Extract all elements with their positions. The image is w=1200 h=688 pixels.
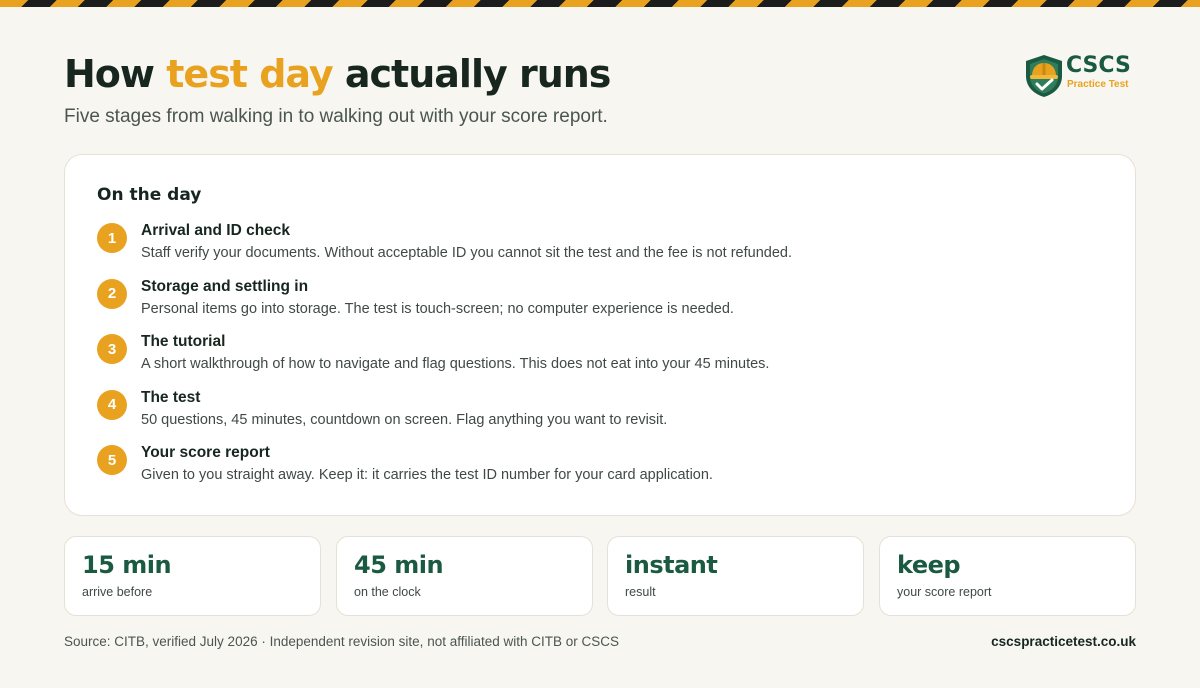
steps-list: 1 Arrival and ID check Staff verify your… xyxy=(97,222,1103,500)
stat-card-keep: keep your score report xyxy=(879,536,1136,616)
stat-value: instant xyxy=(625,551,718,579)
title-prefix: How xyxy=(64,52,167,96)
step-item: 4 The test 50 questions, 45 minutes, cou… xyxy=(97,389,1103,445)
stat-value: keep xyxy=(897,551,961,579)
step-number-badge: 5 xyxy=(97,445,127,475)
card-heading: On the day xyxy=(97,185,202,205)
stat-label: arrive before xyxy=(82,585,153,599)
test-day-card: On the day 1 Arrival and ID check Staff … xyxy=(64,154,1136,516)
step-description: 50 questions, 45 minutes, countdown on s… xyxy=(141,411,668,428)
step-item: 1 Arrival and ID check Staff verify your… xyxy=(97,222,1103,278)
stats-row: 15 min arrive before 45 min on the clock… xyxy=(64,536,1136,616)
page-header: How test day actually runs Five stages f… xyxy=(64,50,1136,140)
step-description: Staff verify your documents. Without acc… xyxy=(141,245,792,261)
step-item: 3 The tutorial A short walkthrough of ho… xyxy=(97,333,1103,389)
title-suffix: actually runs xyxy=(332,52,612,96)
cscs-logo: CSCS Practice Test xyxy=(1024,52,1136,98)
stat-label: your score report xyxy=(897,585,992,599)
step-number-badge: 3 xyxy=(97,334,127,364)
stat-card-duration: 45 min on the clock xyxy=(336,536,593,616)
step-description: Personal items go into storage. The test… xyxy=(141,300,734,317)
step-description: Given to you straight away. Keep it: it … xyxy=(141,467,713,483)
page-subtitle: Five stages from walking in to walking o… xyxy=(64,106,608,127)
title-accent: test day xyxy=(166,52,333,96)
source-note: Source: CITB, verified July 2026 · Indep… xyxy=(64,634,620,649)
step-title: Storage and settling in xyxy=(141,277,309,295)
stat-card-result: instant result xyxy=(607,536,864,616)
page-title: How test day actually runs xyxy=(64,50,1136,98)
step-number-badge: 2 xyxy=(97,278,127,309)
hazard-stripe-bar xyxy=(0,0,1200,7)
step-title: Arrival and ID check xyxy=(141,222,291,239)
step-number-badge: 1 xyxy=(97,223,127,253)
step-title: The tutorial xyxy=(141,333,226,350)
step-description: A short walkthrough of how to navigate a… xyxy=(141,356,770,372)
step-item: 2 Storage and settling in Personal items… xyxy=(97,278,1103,334)
logo-tagline: Practice Test xyxy=(1067,79,1129,90)
stat-label: on the clock xyxy=(354,585,421,599)
stat-label: result xyxy=(625,585,656,599)
stat-value: 15 min xyxy=(82,551,172,579)
step-title: The test xyxy=(141,388,201,406)
hard-hat-shield-icon xyxy=(1026,55,1062,97)
step-title: Your score report xyxy=(141,444,270,461)
logo-wordmark: CSCS xyxy=(1066,53,1131,78)
stat-card-arrive: 15 min arrive before xyxy=(64,536,321,616)
step-number-badge: 4 xyxy=(97,389,127,420)
site-url: cscspracticetest.co.uk xyxy=(991,634,1136,649)
step-item: 5 Your score report Given to you straigh… xyxy=(97,444,1103,500)
stat-value: 45 min xyxy=(354,551,444,579)
